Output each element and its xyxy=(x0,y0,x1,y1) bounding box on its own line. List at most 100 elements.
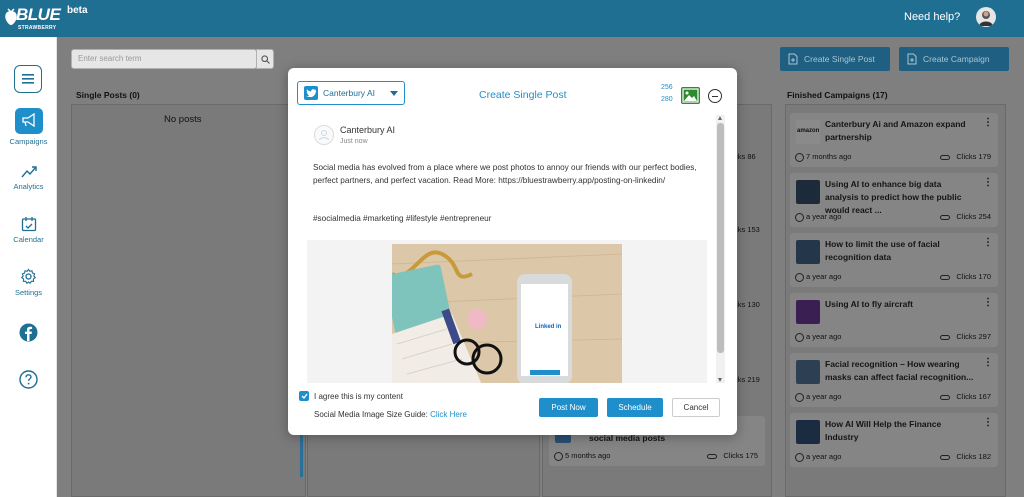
post-avatar xyxy=(314,125,334,145)
card-clicks: cks 219 xyxy=(734,375,760,384)
account-select[interactable]: Canterbury AI xyxy=(297,81,405,105)
post-preview: Canterbury AI Just now Social media has … xyxy=(298,115,716,383)
campaign-card[interactable]: How AI Will Help the Finance Industry ⋮ … xyxy=(790,413,998,467)
card-thumbnail xyxy=(796,420,820,444)
single-posts-title: Single Posts (0) xyxy=(76,90,140,100)
megaphone-icon xyxy=(21,112,35,127)
card-menu-button[interactable]: ⋮ xyxy=(983,357,993,368)
sidebar-item-campaigns[interactable]: Campaigns xyxy=(0,108,57,146)
clock-icon xyxy=(795,213,804,222)
single-posts-panel xyxy=(71,104,306,497)
clock-icon xyxy=(795,153,804,162)
avatar-placeholder-icon xyxy=(319,130,329,141)
card-time: 7 months ago xyxy=(806,152,852,161)
link-icon xyxy=(940,395,950,400)
add-image-icon[interactable] xyxy=(681,87,700,104)
card-title: How AI Will Help the Finance Industry xyxy=(825,419,942,442)
gear-icon xyxy=(20,268,37,285)
clock-icon xyxy=(795,333,804,342)
logo-text: BLUE xyxy=(16,5,61,24)
create-campaign-label: Create Campaign xyxy=(923,54,990,64)
card-menu-button[interactable]: ⋮ xyxy=(983,417,993,428)
card-clicks: cks 153 xyxy=(734,225,760,234)
create-campaign-button[interactable]: Create Campaign xyxy=(899,47,1009,71)
sidebar-item-analytics[interactable]: Analytics xyxy=(0,165,57,191)
campaign-card[interactable]: amazon Canterbury Ai and Amazon expand p… xyxy=(790,113,998,167)
card-menu-button[interactable]: ⋮ xyxy=(983,297,993,308)
post-author: Canterbury AI xyxy=(340,125,396,135)
link-icon xyxy=(940,215,950,220)
card-title: Canterbury Ai and Amazon expand partners… xyxy=(825,119,966,142)
no-posts-text: No posts xyxy=(164,114,202,125)
card-time: a year ago xyxy=(806,272,842,281)
finished-campaigns-title: Finished Campaigns (17) xyxy=(787,90,888,100)
sidebar-item-calendar[interactable]: Calendar xyxy=(0,216,57,244)
card-clicks: Clicks 182 xyxy=(956,452,991,461)
post-hashtags: #socialmedia #marketing #lifestyle #entr… xyxy=(313,214,492,223)
campaign-card[interactable]: How to limit the use of facial recogniti… xyxy=(790,233,998,287)
beta-label: beta xyxy=(67,5,88,16)
card-clicks: Clicks 179 xyxy=(956,152,991,161)
scrollbar-thumb[interactable] xyxy=(717,123,724,353)
create-single-post-modal: Canterbury AI Create Single Post 256 280… xyxy=(288,68,737,435)
card-menu-button[interactable]: ⋮ xyxy=(983,177,993,188)
guide-label: Social Media Image Size Guide: xyxy=(314,410,431,419)
post-now-button[interactable]: Post Now xyxy=(539,398,598,417)
chart-line-icon xyxy=(20,166,37,178)
schedule-button[interactable]: Schedule xyxy=(607,398,663,417)
file-plus-icon xyxy=(907,53,917,65)
cancel-button[interactable]: Cancel xyxy=(672,398,720,417)
user-avatar[interactable] xyxy=(976,7,996,27)
modal-scrollbar[interactable] xyxy=(716,115,725,383)
character-count-current: 256 xyxy=(661,84,673,91)
clock-icon xyxy=(795,453,804,462)
top-bar: BLUE STRAWBERRY beta Need help? xyxy=(0,0,1024,37)
card-clicks: Clicks 170 xyxy=(956,272,991,281)
post-image-container: Linked in xyxy=(307,240,707,383)
sidebar-item-settings[interactable]: Settings xyxy=(0,268,57,297)
character-count-limit: 280 xyxy=(661,96,673,103)
post-text[interactable]: Social media has evolved from a place wh… xyxy=(313,161,703,187)
agree-checkbox-row[interactable]: I agree this is my content xyxy=(299,391,403,401)
create-single-post-button[interactable]: Create Single Post xyxy=(780,47,890,71)
card-title: Using AI to fly aircraft xyxy=(825,299,914,309)
scroll-down-icon[interactable] xyxy=(718,378,722,382)
card-clicks: cks 86 xyxy=(734,152,756,161)
scroll-up-icon[interactable] xyxy=(718,116,722,120)
guide-link[interactable]: Click Here xyxy=(430,410,467,419)
agree-checkbox[interactable] xyxy=(299,391,309,401)
card-menu-button[interactable]: ⋮ xyxy=(983,117,993,128)
campaign-card[interactable]: Facial recognition – How wearing masks c… xyxy=(790,353,998,407)
card-thumbnail xyxy=(796,180,820,204)
card-time: 5 months ago xyxy=(565,451,611,460)
clock-icon xyxy=(795,393,804,402)
card-thumbnail xyxy=(796,360,820,384)
search-input[interactable]: Enter search term xyxy=(71,49,257,69)
twitter-icon xyxy=(304,86,318,100)
sidebar-item-label: Settings xyxy=(14,288,43,297)
campaign-card[interactable]: Using AI to fly aircraft ⋮ a year ago Cl… xyxy=(790,293,998,347)
card-time: a year ago xyxy=(806,452,842,461)
card-menu-button[interactable]: ⋮ xyxy=(983,237,993,248)
card-clicks: Clicks 254 xyxy=(956,212,991,221)
menu-toggle-button[interactable] xyxy=(14,65,42,93)
amazon-logo: amazon xyxy=(797,128,820,134)
sidebar: Campaigns Analytics Calendar Settings xyxy=(0,37,57,497)
card-time: a year ago xyxy=(806,212,842,221)
help-link[interactable] xyxy=(0,370,57,392)
card-title: Facial recognition – How wearing masks c… xyxy=(825,359,974,382)
link-icon xyxy=(707,454,717,459)
agree-label: I agree this is my content xyxy=(314,391,403,401)
avatar-icon xyxy=(979,11,993,26)
sidebar-item-label: Campaigns xyxy=(9,137,48,146)
search-button[interactable] xyxy=(256,49,274,69)
campaign-card[interactable]: Using AI to enhance big data analysis to… xyxy=(790,173,998,227)
blue-strawberry-logo[interactable]: BLUE STRAWBERRY xyxy=(4,5,61,35)
account-name: Canterbury AI xyxy=(323,88,375,98)
minimize-icon[interactable] xyxy=(708,89,722,103)
clock-icon xyxy=(795,273,804,282)
clock-icon xyxy=(554,452,563,461)
card-clicks: Clicks 167 xyxy=(956,392,991,401)
facebook-link[interactable] xyxy=(0,323,57,345)
need-help-link[interactable]: Need help? xyxy=(904,11,960,23)
